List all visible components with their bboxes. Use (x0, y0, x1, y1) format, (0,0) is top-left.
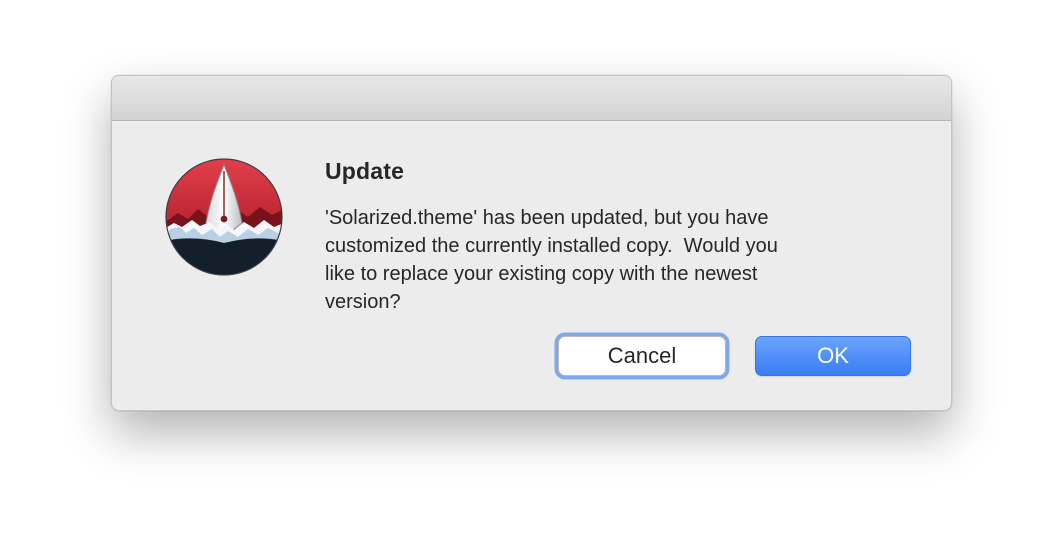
app-icon (164, 157, 284, 277)
pen-nib-mountain-icon (165, 158, 283, 276)
update-alert-dialog: Update 'Solarized.theme' has been update… (111, 75, 952, 411)
dialog-title: Update (325, 158, 405, 184)
cancel-button[interactable]: Cancel (558, 336, 726, 376)
ok-button[interactable]: OK (755, 336, 911, 376)
dialog-title-bar[interactable] (112, 76, 951, 121)
dialog-message: 'Solarized.theme' has been updated, but … (325, 207, 778, 313)
